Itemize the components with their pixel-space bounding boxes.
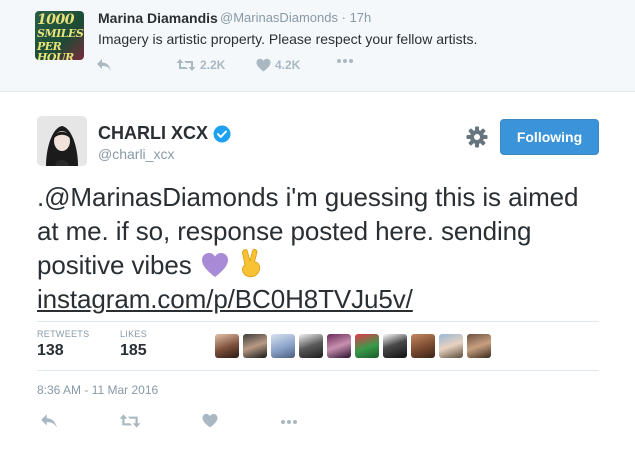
liker-avatar[interactable] [411, 334, 435, 358]
retweet-icon [119, 414, 141, 428]
tweet-action-bar [37, 413, 337, 435]
reply-button[interactable] [40, 413, 58, 429]
retweets-stat[interactable]: RETWEETS 138 [37, 329, 89, 360]
parent-reply-button[interactable] [96, 58, 112, 72]
tweet-link-line: instagram.com/p/BC0H8TVJu5v/ [37, 282, 607, 316]
more-icon [337, 59, 353, 63]
author-name[interactable]: CHARLI XCX [98, 123, 208, 144]
liker-avatar[interactable] [355, 334, 379, 358]
likes-stat[interactable]: LIKES 185 [120, 329, 147, 360]
parent-like-button[interactable]: 4.2K [256, 58, 300, 72]
parent-retweet-button[interactable]: 2.2K [176, 58, 225, 72]
parent-author-meta: @MarinasDiamonds · 17h [220, 10, 371, 25]
more-button[interactable] [280, 419, 298, 425]
liker-avatar[interactable] [271, 334, 295, 358]
author-handle[interactable]: @charli_xcx [98, 146, 174, 162]
avatar-text-line-1: 1000 [37, 12, 74, 28]
parent-tweet-text: Imagery is artistic property. Please res… [98, 31, 478, 47]
avatar-portrait-image [37, 116, 87, 166]
parent-avatar[interactable]: 1000 SMILES PER HOUR [35, 11, 84, 60]
retweet-icon [176, 59, 196, 71]
parent-tweet[interactable]: 1000 SMILES PER HOUR Marina Diamandis @M… [0, 0, 635, 92]
tweet-text: .@MarinasDiamonds i'm guessing this is a… [37, 180, 607, 316]
avatar-text-line-2: SMILES [37, 27, 84, 40]
parent-separator: · [341, 10, 346, 25]
gear-icon[interactable] [466, 126, 488, 148]
liker-avatar[interactable] [243, 334, 267, 358]
parent-action-bar: 2.2K 4.2K [96, 58, 416, 78]
more-icon [281, 420, 297, 424]
likes-count: 185 [120, 342, 147, 359]
tweet-timestamp[interactable]: 8:36 AM - 11 Mar 2016 [37, 383, 158, 397]
heart-icon [202, 413, 218, 428]
tweet-text-line-3-words: positive vibes [37, 250, 192, 280]
liker-avatar[interactable] [467, 334, 491, 358]
liker-avatar[interactable] [327, 334, 351, 358]
parent-author-name[interactable]: Marina Diamandis [98, 10, 218, 26]
parent-more-button[interactable] [336, 58, 354, 64]
liker-avatar[interactable] [383, 334, 407, 358]
parent-retweet-count: 2.2K [200, 58, 226, 72]
like-button[interactable] [202, 413, 218, 428]
tweet-text-line-2: at me. if so, response posted here. send… [37, 216, 532, 246]
verified-badge-icon [213, 125, 231, 142]
avatar-text-line-3: PER HOUR [37, 40, 74, 60]
tweet-stats: RETWEETS 138 LIKES 185 [37, 329, 599, 365]
following-button[interactable]: Following [500, 119, 599, 155]
retweets-count: 138 [37, 342, 64, 359]
likes-label: LIKES [120, 329, 148, 339]
author-avatar[interactable] [37, 116, 87, 166]
parent-time[interactable]: 17h [350, 10, 372, 25]
liker-avatar[interactable] [215, 334, 239, 358]
purple-heart-emoji-icon [201, 253, 228, 277]
liker-avatars [215, 334, 491, 358]
parent-author-handle[interactable]: @MarinasDiamonds [220, 10, 338, 25]
liker-avatar[interactable] [299, 334, 323, 358]
stats-divider-top [37, 321, 599, 322]
tweet-text-line-3: positive vibes [37, 248, 607, 282]
retweets-label: RETWEETS [37, 329, 90, 339]
reply-icon [41, 414, 57, 428]
victory-hand-emoji-icon [242, 248, 261, 278]
retweet-button[interactable] [119, 413, 141, 429]
heart-icon [256, 58, 271, 72]
liker-avatar[interactable] [439, 334, 463, 358]
reply-icon [97, 59, 111, 71]
stats-divider-bottom [37, 370, 599, 371]
parent-like-count: 4.2K [275, 58, 301, 72]
author-name-row: CHARLI XCX [98, 123, 231, 144]
instagram-link[interactable]: instagram.com/p/BC0H8TVJu5v/ [37, 284, 413, 314]
tweet-text-line-1: .@MarinasDiamonds i'm guessing this is a… [37, 182, 579, 212]
